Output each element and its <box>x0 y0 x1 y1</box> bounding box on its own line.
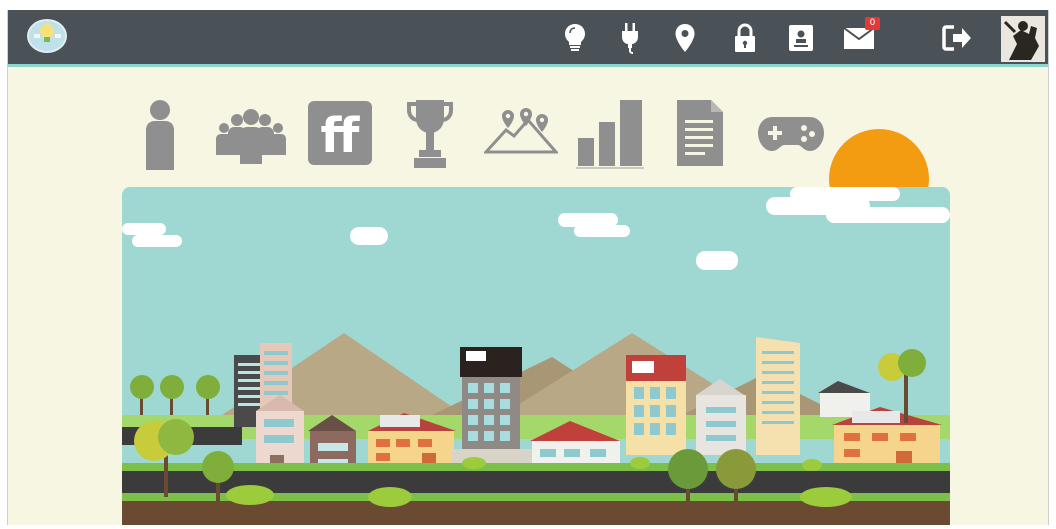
mail-badge: 0 <box>865 17 880 30</box>
top-bar: 0 <box>8 10 1048 67</box>
lock-icon[interactable] <box>728 21 762 55</box>
lightbulb-icon[interactable] <box>558 21 592 55</box>
bar-chart-icon[interactable] <box>576 98 646 174</box>
map-pin-icon[interactable] <box>668 21 702 55</box>
user-avatar[interactable] <box>1001 16 1045 62</box>
plug-icon[interactable] <box>613 21 647 55</box>
lightbulb-logo[interactable] <box>26 16 68 56</box>
svg-text:ff: ff <box>321 108 361 164</box>
gamepad-icon[interactable] <box>756 114 826 158</box>
document-icon[interactable] <box>675 98 725 172</box>
mail-icon[interactable]: 0 <box>840 17 880 55</box>
ff-icon[interactable]: ff <box>307 100 373 170</box>
contact-card-icon[interactable] <box>784 21 818 55</box>
trophy-icon[interactable] <box>407 98 453 172</box>
map-route-icon[interactable] <box>482 108 560 158</box>
city-illustration <box>122 187 950 525</box>
logout-icon[interactable] <box>940 21 974 55</box>
group-icon[interactable] <box>215 106 287 170</box>
app-frame: 0 ff <box>7 10 1049 525</box>
person-icon[interactable] <box>143 98 177 174</box>
